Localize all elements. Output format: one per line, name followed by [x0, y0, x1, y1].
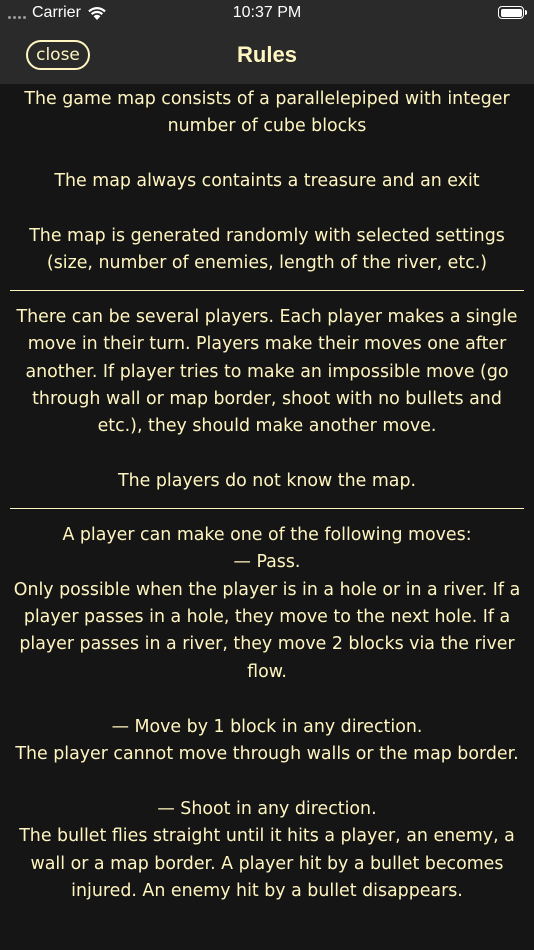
rules-paragraph: — Move by 1 block in any direction. [111, 716, 423, 737]
rules-paragraph: There can be several players. Each playe… [16, 306, 518, 437]
navigation-bar: close Rules [0, 28, 534, 84]
rules-paragraph: The map is generated randomly with selec… [29, 226, 505, 274]
rules-paragraph: A player can make one of the following m… [62, 524, 472, 545]
rules-paragraph: The bullet flies straight until it hits … [19, 826, 515, 901]
section-divider [10, 289, 524, 291]
rules-paragraph [10, 441, 524, 468]
battery-icon [498, 6, 527, 19]
rules-paragraph: The players do not know the map. [117, 471, 417, 492]
rules-paragraph [10, 196, 524, 223]
rules-paragraph: The map always containts a treasure and … [54, 171, 480, 192]
clock: 10:37 PM [232, 4, 302, 21]
rules-section-moves: A player can make one of the following m… [10, 522, 524, 906]
rules-paragraph: — Pass. [233, 552, 301, 573]
rules-paragraph [10, 768, 524, 795]
rules-paragraph: The game map consists of a parallelepipe… [24, 89, 510, 137]
rules-paragraph: Only possible when the player is in a ho… [13, 579, 521, 682]
rules-paragraph: The player cannot move through walls or … [15, 743, 519, 764]
rules-section-map: The game map consists of a parallelepipe… [10, 86, 524, 278]
rules-paragraph [10, 686, 524, 713]
rules-section-players: There can be several players. Each playe… [10, 304, 524, 496]
rules-paragraph [10, 141, 524, 168]
page-title: Rules [237, 42, 297, 67]
rules-paragraph: — Shoot in any direction. [157, 798, 377, 819]
status-bar: Carrier 10:37 PM [0, 0, 534, 28]
rules-content: The game map consists of a parallelepipe… [10, 86, 524, 905]
section-divider [10, 507, 524, 509]
